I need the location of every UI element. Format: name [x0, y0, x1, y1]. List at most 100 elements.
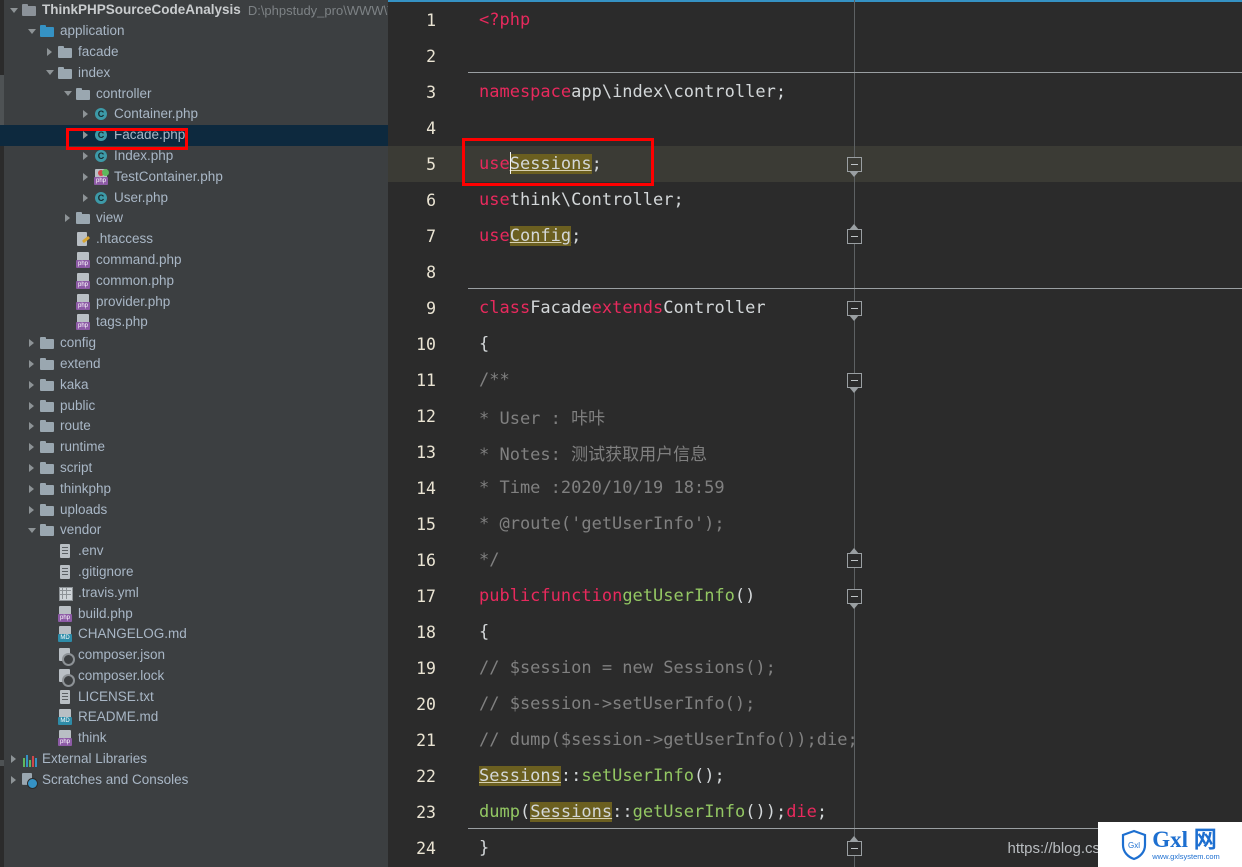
tree-item-application[interactable]: application [0, 21, 388, 42]
tree-item-controller[interactable]: controller [0, 83, 388, 104]
fold-gutter[interactable] [446, 506, 466, 542]
tree-item-uploads[interactable]: uploads [0, 499, 388, 520]
chevron-down-icon[interactable] [60, 84, 75, 104]
tree-item-facade-php[interactable]: Facade.php [0, 124, 388, 146]
chevron-right-icon[interactable] [42, 42, 57, 62]
chevron-right-icon[interactable] [78, 167, 93, 187]
tree-item-thinkphp[interactable]: thinkphp [0, 478, 388, 499]
code-line[interactable]: 2 [388, 38, 1242, 74]
code-line[interactable]: 20 // $session->setUserInfo(); [388, 686, 1242, 722]
code-line[interactable]: 19 // $session = new Sessions(); [388, 650, 1242, 686]
fold-gutter[interactable] [446, 38, 466, 74]
chevron-right-icon[interactable] [24, 375, 39, 395]
code-line[interactable]: 14 * Time :2020/10/19 18:59 [388, 470, 1242, 506]
fold-gutter[interactable] [446, 254, 466, 290]
highlighted-identifier[interactable]: Sessions [509, 154, 592, 174]
chevron-right-icon[interactable] [24, 416, 39, 436]
tree-item-kaka[interactable]: kaka [0, 374, 388, 395]
fold-gutter[interactable] [446, 2, 466, 38]
code-editor[interactable]: 1 <?php 2 3 namespace app\index\controller; 4… [388, 0, 1242, 867]
fold-toggle-icon[interactable] [847, 373, 862, 388]
code-line[interactable]: 18 { [388, 614, 1242, 650]
fold-gutter[interactable] [446, 74, 466, 110]
fold-gutter[interactable] [446, 830, 466, 866]
fold-gutter[interactable] [446, 470, 466, 506]
code-lines[interactable]: 1 <?php 2 3 namespace app\index\controller; 4… [388, 2, 1242, 866]
tree-item--env[interactable]: .env [0, 541, 388, 562]
fold-toggle-icon[interactable] [847, 841, 862, 856]
highlighted-identifier[interactable]: Sessions [530, 802, 613, 822]
chevron-right-icon[interactable] [24, 333, 39, 353]
tree-item-tags-php[interactable]: tags.php [0, 312, 388, 333]
chevron-right-icon[interactable] [78, 146, 93, 166]
fold-toggle-icon[interactable] [847, 589, 862, 604]
chevron-right-icon[interactable] [78, 104, 93, 124]
project-tree-panel[interactable]: ThinkPHPSourceCodeAnalysis D:\phpstudy_pr… [0, 0, 388, 867]
chevron-down-icon[interactable] [24, 520, 39, 540]
fold-gutter[interactable] [446, 290, 466, 326]
tree-item--htaccess[interactable]: .htaccess [0, 229, 388, 250]
code-line[interactable]: 16 */ [388, 542, 1242, 578]
fold-toggle-icon[interactable] [847, 553, 862, 568]
file-tree[interactable]: ThinkPHPSourceCodeAnalysis D:\phpstudy_pr… [0, 0, 388, 790]
fold-gutter[interactable] [446, 434, 466, 470]
tree-item-common-php[interactable]: common.php [0, 270, 388, 291]
tree-item-readme-md[interactable]: README.md [0, 707, 388, 728]
chevron-right-icon[interactable] [24, 354, 39, 374]
fold-gutter[interactable] [446, 794, 466, 830]
fold-gutter[interactable] [446, 650, 466, 686]
chevron-right-icon[interactable] [24, 479, 39, 499]
tree-item-runtime[interactable]: runtime [0, 437, 388, 458]
fold-gutter[interactable] [446, 398, 466, 434]
tree-item-external-libraries[interactable]: External Libraries [0, 749, 388, 770]
tree-item-command-php[interactable]: command.php [0, 250, 388, 271]
code-line[interactable]: 21 // dump($session->getUserInfo());die; [388, 722, 1242, 758]
tree-item--travis-yml[interactable]: .travis.yml [0, 582, 388, 603]
tree-item-route[interactable]: route [0, 416, 388, 437]
fold-toggle-icon[interactable] [847, 301, 862, 316]
chevron-right-icon[interactable] [24, 437, 39, 457]
fold-gutter[interactable] [446, 614, 466, 650]
tree-item-thinkphpsourcecodeanalysis[interactable]: ThinkPHPSourceCodeAnalysis D:\phpstudy_pr… [0, 0, 388, 21]
highlighted-identifier[interactable]: Sessions [479, 766, 561, 786]
chevron-down-icon[interactable] [42, 63, 57, 83]
code-line[interactable]: 15 * @route('getUserInfo'); [388, 506, 1242, 542]
tree-item-container-php[interactable]: Container.php [0, 104, 388, 125]
code-line[interactable]: 8 [388, 254, 1242, 290]
chevron-right-icon[interactable] [24, 500, 39, 520]
code-line[interactable]: 10{ [388, 326, 1242, 362]
tree-item-extend[interactable]: extend [0, 354, 388, 375]
fold-gutter[interactable] [446, 110, 466, 146]
tree-item-index-php[interactable]: Index.php [0, 146, 388, 167]
code-line[interactable]: 3 namespace app\index\controller; [388, 74, 1242, 110]
tree-item-changelog-md[interactable]: CHANGELOG.md [0, 624, 388, 645]
code-line[interactable]: 9 class Facade extends Controller [388, 290, 1242, 326]
fold-gutter[interactable] [446, 218, 466, 254]
fold-gutter[interactable] [446, 578, 466, 614]
chevron-down-icon[interactable] [6, 0, 21, 20]
code-line[interactable]: 17 public function getUserInfo() [388, 578, 1242, 614]
tree-item-provider-php[interactable]: provider.php [0, 291, 388, 312]
code-line[interactable]: 13 * Notes: 测试获取用户信息 [388, 434, 1242, 470]
fold-toggle-icon[interactable] [847, 157, 862, 172]
code-line[interactable]: 22 Sessions:: setUserInfo(); [388, 758, 1242, 794]
code-line[interactable]: 12 * User : 咔咔 [388, 398, 1242, 434]
tree-item-composer-json[interactable]: composer.json [0, 645, 388, 667]
fold-gutter[interactable] [446, 146, 466, 182]
chevron-right-icon[interactable] [60, 208, 75, 228]
chevron-right-icon[interactable] [6, 770, 21, 790]
tree-item--gitignore[interactable]: .gitignore [0, 562, 388, 583]
fold-gutter[interactable] [446, 362, 466, 398]
tree-item-build-php[interactable]: build.php [0, 603, 388, 624]
highlighted-identifier[interactable]: Config [509, 226, 572, 246]
code-line[interactable]: 5 use Sessions; [388, 146, 1242, 182]
chevron-right-icon[interactable] [6, 749, 21, 769]
tree-item-think[interactable]: think [0, 728, 388, 749]
code-line[interactable]: 4 [388, 110, 1242, 146]
tree-item-vendor[interactable]: vendor [0, 520, 388, 541]
chevron-right-icon[interactable] [24, 396, 39, 416]
tree-item-public[interactable]: public [0, 395, 388, 416]
tree-item-composer-lock[interactable]: composer.lock [0, 666, 388, 687]
tree-item-facade[interactable]: facade [0, 42, 388, 63]
fold-gutter[interactable] [446, 326, 466, 362]
